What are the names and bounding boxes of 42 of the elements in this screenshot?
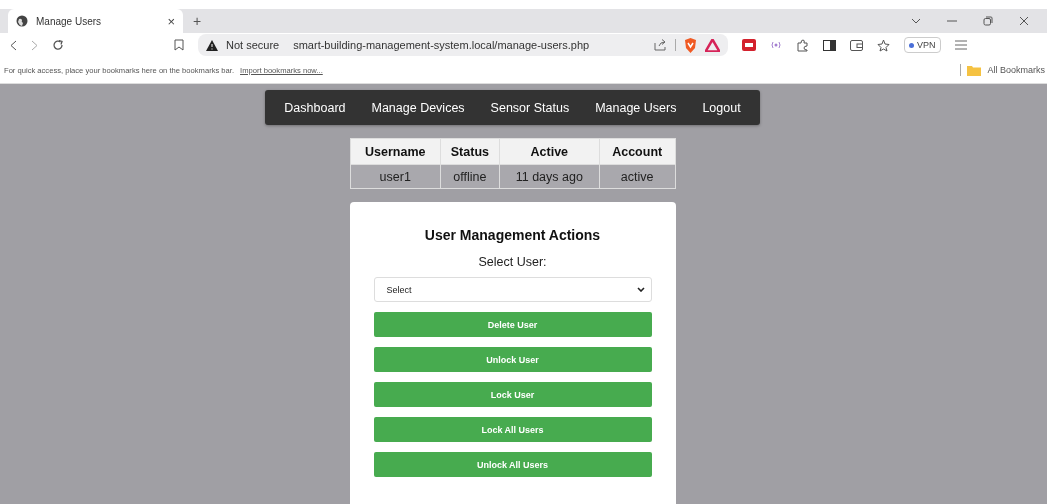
sidebar-icon[interactable]: [823, 39, 836, 51]
new-tab-button[interactable]: +: [193, 13, 202, 29]
star-icon[interactable]: [877, 38, 890, 52]
tv-icon[interactable]: [742, 39, 756, 51]
shield-icon[interactable]: [684, 37, 697, 53]
column-header: Username: [350, 138, 441, 165]
share-icon[interactable]: [654, 39, 667, 51]
globe-icon: [16, 15, 28, 27]
card-title: User Management Actions: [424, 227, 601, 243]
column-header: Status: [440, 138, 500, 165]
puzzle-icon[interactable]: [796, 38, 809, 52]
chevron-down-icon: [636, 287, 645, 292]
browser-tab[interactable]: Manage Users ×: [8, 9, 183, 33]
nav-link[interactable]: Sensor Status: [477, 100, 583, 115]
nav-link[interactable]: Manage Devices: [358, 100, 478, 115]
user-select[interactable]: Select: [373, 277, 652, 302]
table-cell: 11 days ago: [499, 164, 600, 189]
nav-link[interactable]: Logout: [689, 100, 754, 115]
restore-icon[interactable]: [983, 16, 993, 26]
triangle-icon[interactable]: [705, 38, 720, 52]
vpn-button[interactable]: VPN: [904, 37, 941, 53]
nav-link[interactable]: Manage Users: [582, 100, 690, 115]
broadcast-icon[interactable]: [770, 41, 782, 49]
tab-title: Manage Users: [36, 15, 103, 27]
nav-link[interactable]: Dashboard: [271, 100, 359, 115]
select-label: Select User:: [478, 255, 547, 269]
column-header: Account: [599, 138, 675, 165]
back-icon[interactable]: [10, 39, 17, 51]
security-label: Not secure: [226, 39, 280, 51]
table-cell: user1: [350, 164, 441, 189]
close-icon[interactable]: [1019, 16, 1029, 26]
warning-icon: [206, 39, 218, 51]
url-text: smart-building-management-system.local/manage-users.php: [293, 39, 590, 51]
close-tab-button[interactable]: ×: [167, 13, 175, 29]
all-bookmarks-button[interactable]: All Bookmarks: [987, 65, 1045, 75]
folder-icon: [967, 64, 982, 76]
column-header: Active: [499, 138, 600, 165]
wallet-icon[interactable]: [850, 39, 863, 51]
address-bar[interactable]: Not secure smart-building-management-system.local/manage-users.php: [198, 34, 728, 56]
bookmark-icon[interactable]: [174, 39, 184, 51]
reload-icon[interactable]: [52, 39, 64, 51]
chevron-down-icon[interactable]: [911, 18, 921, 24]
